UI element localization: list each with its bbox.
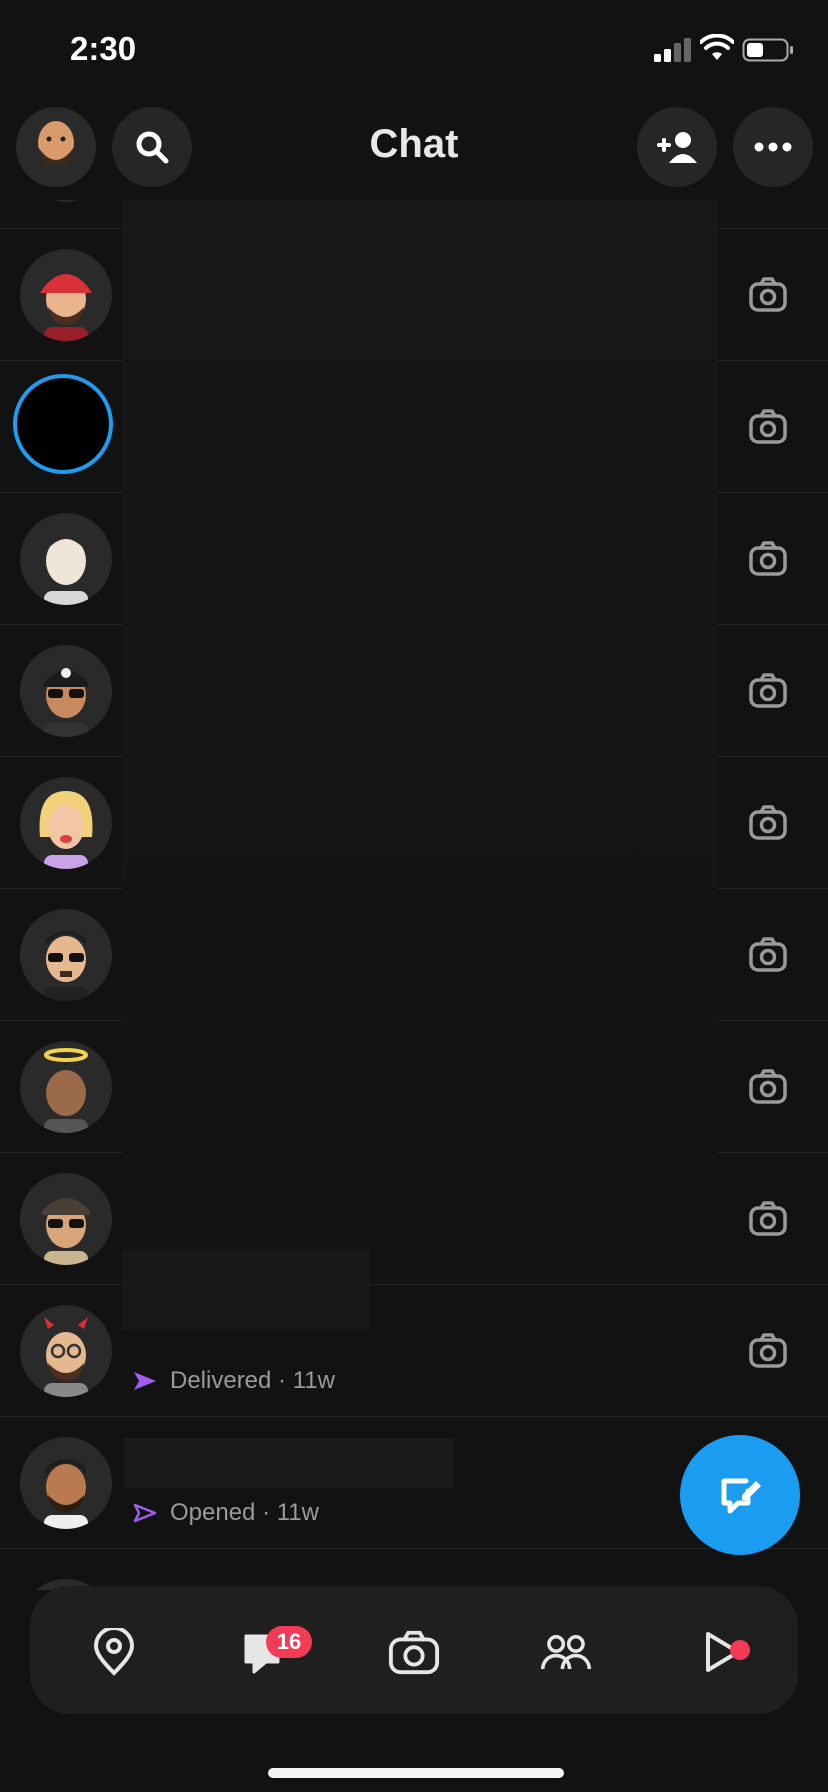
cellular-signal-icon xyxy=(654,38,691,62)
new-chat-button[interactable] xyxy=(680,1435,800,1555)
chat-row[interactable] xyxy=(0,1548,828,1590)
bitmoji-pale-man-icon xyxy=(44,536,88,605)
stories-notification-dot xyxy=(730,1640,750,1660)
story-avatar[interactable] xyxy=(13,374,113,474)
avatar[interactable] xyxy=(20,1305,112,1397)
nav-map[interactable] xyxy=(88,1626,140,1678)
camera-reply-icon[interactable] xyxy=(748,539,788,579)
avatar[interactable] xyxy=(20,777,112,869)
camera-reply-icon[interactable] xyxy=(748,407,788,447)
bitmoji-cap-sunglasses-icon xyxy=(42,1198,90,1265)
status-time: 2:30 xyxy=(70,30,137,67)
message-status-opened: Opened · 11w xyxy=(132,1499,319,1527)
map-icon xyxy=(93,1628,135,1676)
camera-reply-icon[interactable] xyxy=(748,1067,788,1107)
nav-friends[interactable] xyxy=(540,1626,592,1678)
home-indicator xyxy=(268,1768,564,1778)
more-icon xyxy=(754,142,792,152)
status-text: Delivered · 11w xyxy=(170,1367,335,1394)
chat-unread-badge: 16 xyxy=(266,1626,312,1658)
bitmoji-blonde-woman-icon xyxy=(39,791,93,869)
bitmoji-red-cap-icon xyxy=(40,274,92,341)
bottom-navigation xyxy=(30,1586,798,1714)
add-friend-icon xyxy=(657,132,697,163)
bitmoji-halo-icon xyxy=(44,1048,88,1133)
status-bar: 2:30 xyxy=(0,0,828,100)
redacted-content xyxy=(122,200,718,1250)
friends-icon xyxy=(540,1634,592,1670)
bitmoji-sunglasses-goatee-icon xyxy=(44,931,88,1001)
redacted-content xyxy=(124,1438,454,1488)
camera-reply-icon[interactable] xyxy=(748,803,788,843)
sent-arrow-outline-icon xyxy=(133,1503,157,1523)
camera-reply-icon[interactable] xyxy=(748,935,788,975)
avatar[interactable] xyxy=(20,1173,112,1265)
avatar[interactable] xyxy=(20,1041,112,1133)
camera-reply-icon[interactable] xyxy=(748,275,788,315)
battery-icon xyxy=(742,38,793,62)
sent-arrow-filled-icon xyxy=(134,1372,156,1390)
camera-reply-icon[interactable] xyxy=(748,671,788,711)
wifi-icon xyxy=(700,34,734,60)
message-status-delivered: Delivered · 11w xyxy=(132,1367,335,1395)
nav-camera[interactable] xyxy=(388,1626,440,1678)
camera-reply-icon[interactable] xyxy=(748,1331,788,1371)
avatar[interactable] xyxy=(20,645,112,737)
redacted-content xyxy=(122,1250,370,1330)
chat-header: Chat xyxy=(0,100,828,200)
avatar[interactable] xyxy=(20,249,112,341)
add-friend-button[interactable] xyxy=(637,107,717,187)
avatar[interactable] xyxy=(20,1437,112,1529)
avatar[interactable] xyxy=(20,513,112,605)
bitmoji-dark-hair-icon xyxy=(44,1459,88,1529)
bitmoji-devil-horns-icon xyxy=(44,1317,88,1397)
compose-icon xyxy=(721,1478,761,1514)
camera-reply-icon[interactable] xyxy=(748,1199,788,1239)
bitmoji-skull-cap-icon xyxy=(44,668,88,737)
avatar[interactable] xyxy=(20,909,112,1001)
camera-icon xyxy=(388,1630,440,1675)
chat-list: Delivered · 11w Opened · 11w xyxy=(0,200,828,1590)
more-options-button[interactable] xyxy=(733,107,813,187)
status-text: Opened · 11w xyxy=(170,1499,319,1526)
partial-avatar xyxy=(38,200,94,202)
